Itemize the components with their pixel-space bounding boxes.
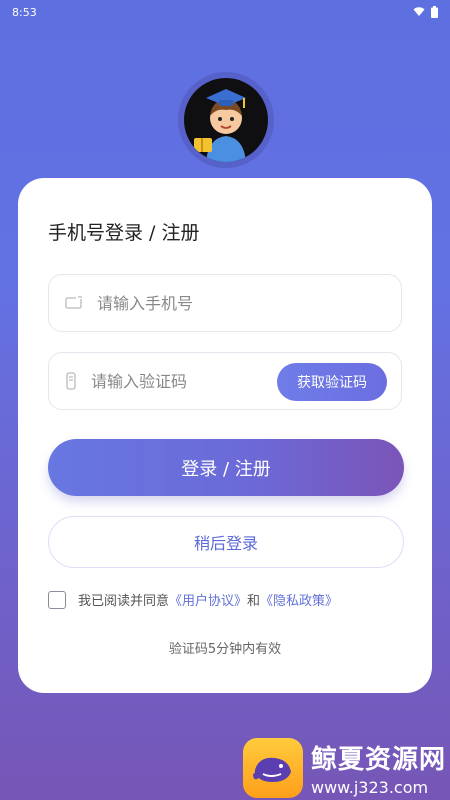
whale-logo-icon xyxy=(242,738,303,798)
agreement-text: 我已阅读并同意 xyxy=(78,594,170,609)
agreement-and: 和 xyxy=(247,594,261,609)
code-input[interactable] xyxy=(89,370,293,392)
page-title: 手机号登录 / 注册 xyxy=(48,222,200,244)
status-icons xyxy=(413,6,438,18)
watermark-name: 鲸夏资源网 xyxy=(310,745,446,775)
wifi-icon xyxy=(413,7,425,16)
phone-input[interactable] xyxy=(95,292,299,314)
watermark: 鲸夏资源网 www.j323.com xyxy=(242,738,446,798)
battery-icon xyxy=(431,6,438,18)
login-register-button[interactable]: 登录 / 注册 xyxy=(48,439,404,496)
user-agreement-link[interactable]: 《用户协议》 xyxy=(169,590,247,609)
status-time: 8:53 xyxy=(12,5,37,19)
avatar xyxy=(184,78,268,162)
privacy-policy-link[interactable]: 《隐私政策》 xyxy=(260,590,338,609)
agreement-row: 我已阅读并同意 《用户协议》 和 《隐私政策》 xyxy=(48,590,338,609)
agreement-checkbox[interactable] xyxy=(48,590,66,609)
phone-icon xyxy=(65,296,83,310)
student-avatar-icon xyxy=(194,89,246,162)
status-bar: 8:53 xyxy=(0,0,450,24)
code-validity-note: 验证码5分钟内有效 xyxy=(168,642,282,657)
login-card: 手机号登录 / 注册 获取验证码 登录 / 注册 稍后登录 我已阅读并同意 《用… xyxy=(18,178,432,693)
watermark-text: 鲸夏资源网 www.j323.com xyxy=(311,739,446,797)
code-icon xyxy=(65,372,77,390)
login-later-button[interactable]: 稍后登录 xyxy=(48,516,404,568)
phone-field[interactable] xyxy=(48,274,402,332)
watermark-url: www.j323.com xyxy=(310,778,429,797)
avatar-ring xyxy=(178,72,274,168)
get-code-button[interactable]: 获取验证码 xyxy=(277,363,387,401)
code-field[interactable]: 获取验证码 xyxy=(48,352,402,410)
